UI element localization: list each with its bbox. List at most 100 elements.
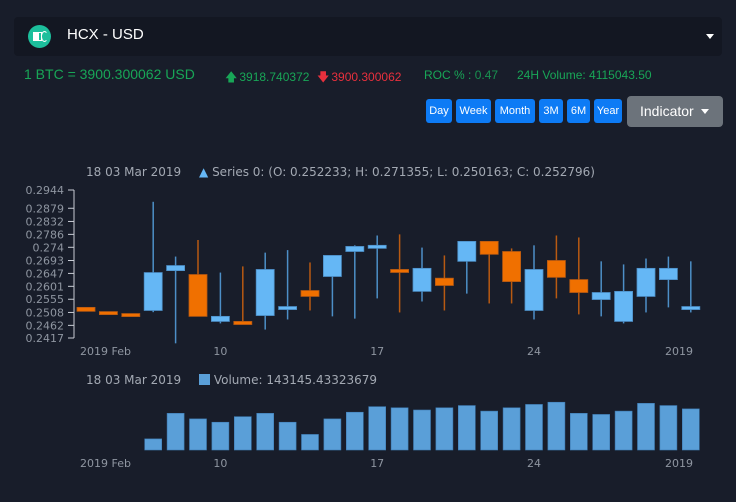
candle-body — [591, 292, 611, 300]
volume-bar — [368, 406, 387, 451]
candle-body — [143, 272, 163, 311]
candle-body — [278, 306, 298, 310]
volume-bar — [525, 404, 543, 451]
volume-swatch-icon — [199, 374, 210, 385]
candle-body — [614, 290, 633, 322]
arrow-down-icon: 🡇 — [317, 70, 330, 84]
x-tick-label: 2019 — [665, 345, 693, 358]
range-month-button[interactable]: Month — [495, 99, 535, 123]
candle-body — [367, 244, 387, 249]
candle-body — [233, 321, 253, 325]
x-tick-label: 2019 Feb — [80, 457, 131, 470]
candle-body — [322, 255, 342, 277]
candle-body — [681, 306, 701, 310]
candle-body — [166, 265, 186, 271]
volume-bar — [547, 401, 566, 451]
candle-body — [502, 251, 522, 282]
candle-body — [412, 267, 432, 292]
x-tick-label: 10 — [213, 457, 227, 470]
candle-body — [659, 267, 678, 280]
volume-bar — [256, 413, 275, 451]
high-price: 🡅 3918.740372 — [225, 68, 309, 89]
y-tick-label: 0.2786 — [26, 228, 65, 241]
currency-pair-selector[interactable]: HCX - USD — [14, 17, 722, 56]
candle-body — [121, 313, 141, 317]
range-day-button[interactable]: Day — [426, 99, 452, 123]
y-tick-label: 0.2944 — [26, 184, 65, 197]
volume-legend-date: 18 03 Mar 2019 — [86, 373, 182, 387]
indicator-label: Indicator — [640, 103, 694, 119]
candle-body — [547, 260, 566, 278]
volume-bar — [278, 421, 297, 451]
candlestick-chart[interactable]: 0.2944 0.28790.28320.27860.2740.26930.264… — [0, 180, 736, 380]
x-tick-label: 17 — [370, 345, 384, 358]
roc-stat: ROC % : 0.47 — [424, 68, 498, 82]
volume-bar — [457, 405, 476, 451]
roc-label: ROC % : — [424, 68, 472, 82]
volume-bar — [592, 414, 611, 451]
x-tick-label: 24 — [527, 457, 541, 470]
x-tick-label: 2019 — [665, 457, 693, 470]
candle-body — [99, 311, 118, 316]
volume-bar — [166, 413, 185, 451]
x-tick-label: 2019 Feb — [80, 345, 131, 358]
candle-body — [300, 290, 320, 297]
volume-bar — [345, 411, 364, 451]
y-tick-label: 0.2555 — [26, 293, 65, 306]
candle-body — [76, 306, 96, 312]
volume-bar — [234, 416, 252, 451]
range-year-button[interactable]: Year — [594, 99, 622, 123]
volume-bar — [659, 405, 678, 451]
volume-legend-series: Volume: 143145.43323679 — [213, 373, 378, 387]
hcx-logo-icon — [28, 25, 51, 48]
volume-chart[interactable]: 2019 Feb 10 17 24 2019 — [0, 395, 736, 485]
candle-legend-series: Series 0: (O: 0.252233; H: 0.271355; L: … — [212, 165, 595, 179]
candle-body — [434, 277, 454, 286]
low-value: 3900.300062 — [331, 70, 402, 84]
candle-body — [636, 267, 656, 297]
pair-title: HCX - USD — [67, 26, 144, 43]
volume-bar — [211, 421, 230, 451]
candle-body — [345, 246, 365, 252]
volume-bar — [390, 407, 409, 451]
volume-bar — [323, 418, 342, 451]
y-tick-label: 0.2693 — [26, 254, 65, 267]
candle-body — [255, 269, 275, 316]
candle-body — [390, 269, 410, 273]
volume-bar — [413, 409, 431, 451]
volume-bar — [681, 408, 700, 451]
candle-legend: 18 03 Mar 2019 ▲ Series 0: (O: 0.252233;… — [86, 165, 595, 179]
y-tick-label: 0.2417 — [26, 332, 65, 345]
candle-body — [524, 269, 544, 311]
x-tick-label: 10 — [213, 345, 227, 358]
candle-body — [569, 279, 589, 293]
low-price: 🡇 3900.300062 — [317, 68, 401, 89]
candle-legend-date: 18 03 Mar 2019 — [86, 165, 182, 179]
range-6m-button[interactable]: 6M — [567, 99, 590, 123]
y-tick-label: 0.2462 — [26, 319, 65, 332]
range-3m-button[interactable]: 3M — [539, 99, 563, 123]
y-tick-label: 0.2832 — [26, 215, 65, 228]
volume-bar — [144, 438, 162, 451]
volume-24h: 24H Volume: 4115043.50 — [517, 68, 652, 82]
x-tick-label: 24 — [527, 345, 541, 358]
volume-bar — [301, 434, 319, 451]
y-tick-label: 0.274 — [33, 241, 65, 254]
volume-bar — [614, 410, 633, 451]
roc-value: 0.47 — [474, 68, 499, 82]
indicator-dropdown-button[interactable]: Indicator — [627, 96, 723, 127]
volume-bar — [502, 407, 521, 451]
volume-bar — [569, 413, 588, 451]
candle-body — [188, 274, 208, 317]
x-tick-label: 17 — [370, 457, 384, 470]
btc-rate: 1 BTC = 3900.300062 USD — [24, 66, 195, 82]
y-tick-label: 0.2601 — [26, 280, 65, 293]
range-week-button[interactable]: Week — [456, 99, 491, 123]
candle-body — [210, 315, 230, 322]
caret-down-icon[interactable] — [706, 34, 714, 39]
volume-bar — [637, 403, 655, 451]
arrow-up-icon: 🡅 — [225, 70, 238, 84]
volume-bar — [480, 410, 499, 451]
high-value: 3918.740372 — [239, 70, 310, 84]
y-tick-label: 0.2879 — [26, 202, 65, 215]
